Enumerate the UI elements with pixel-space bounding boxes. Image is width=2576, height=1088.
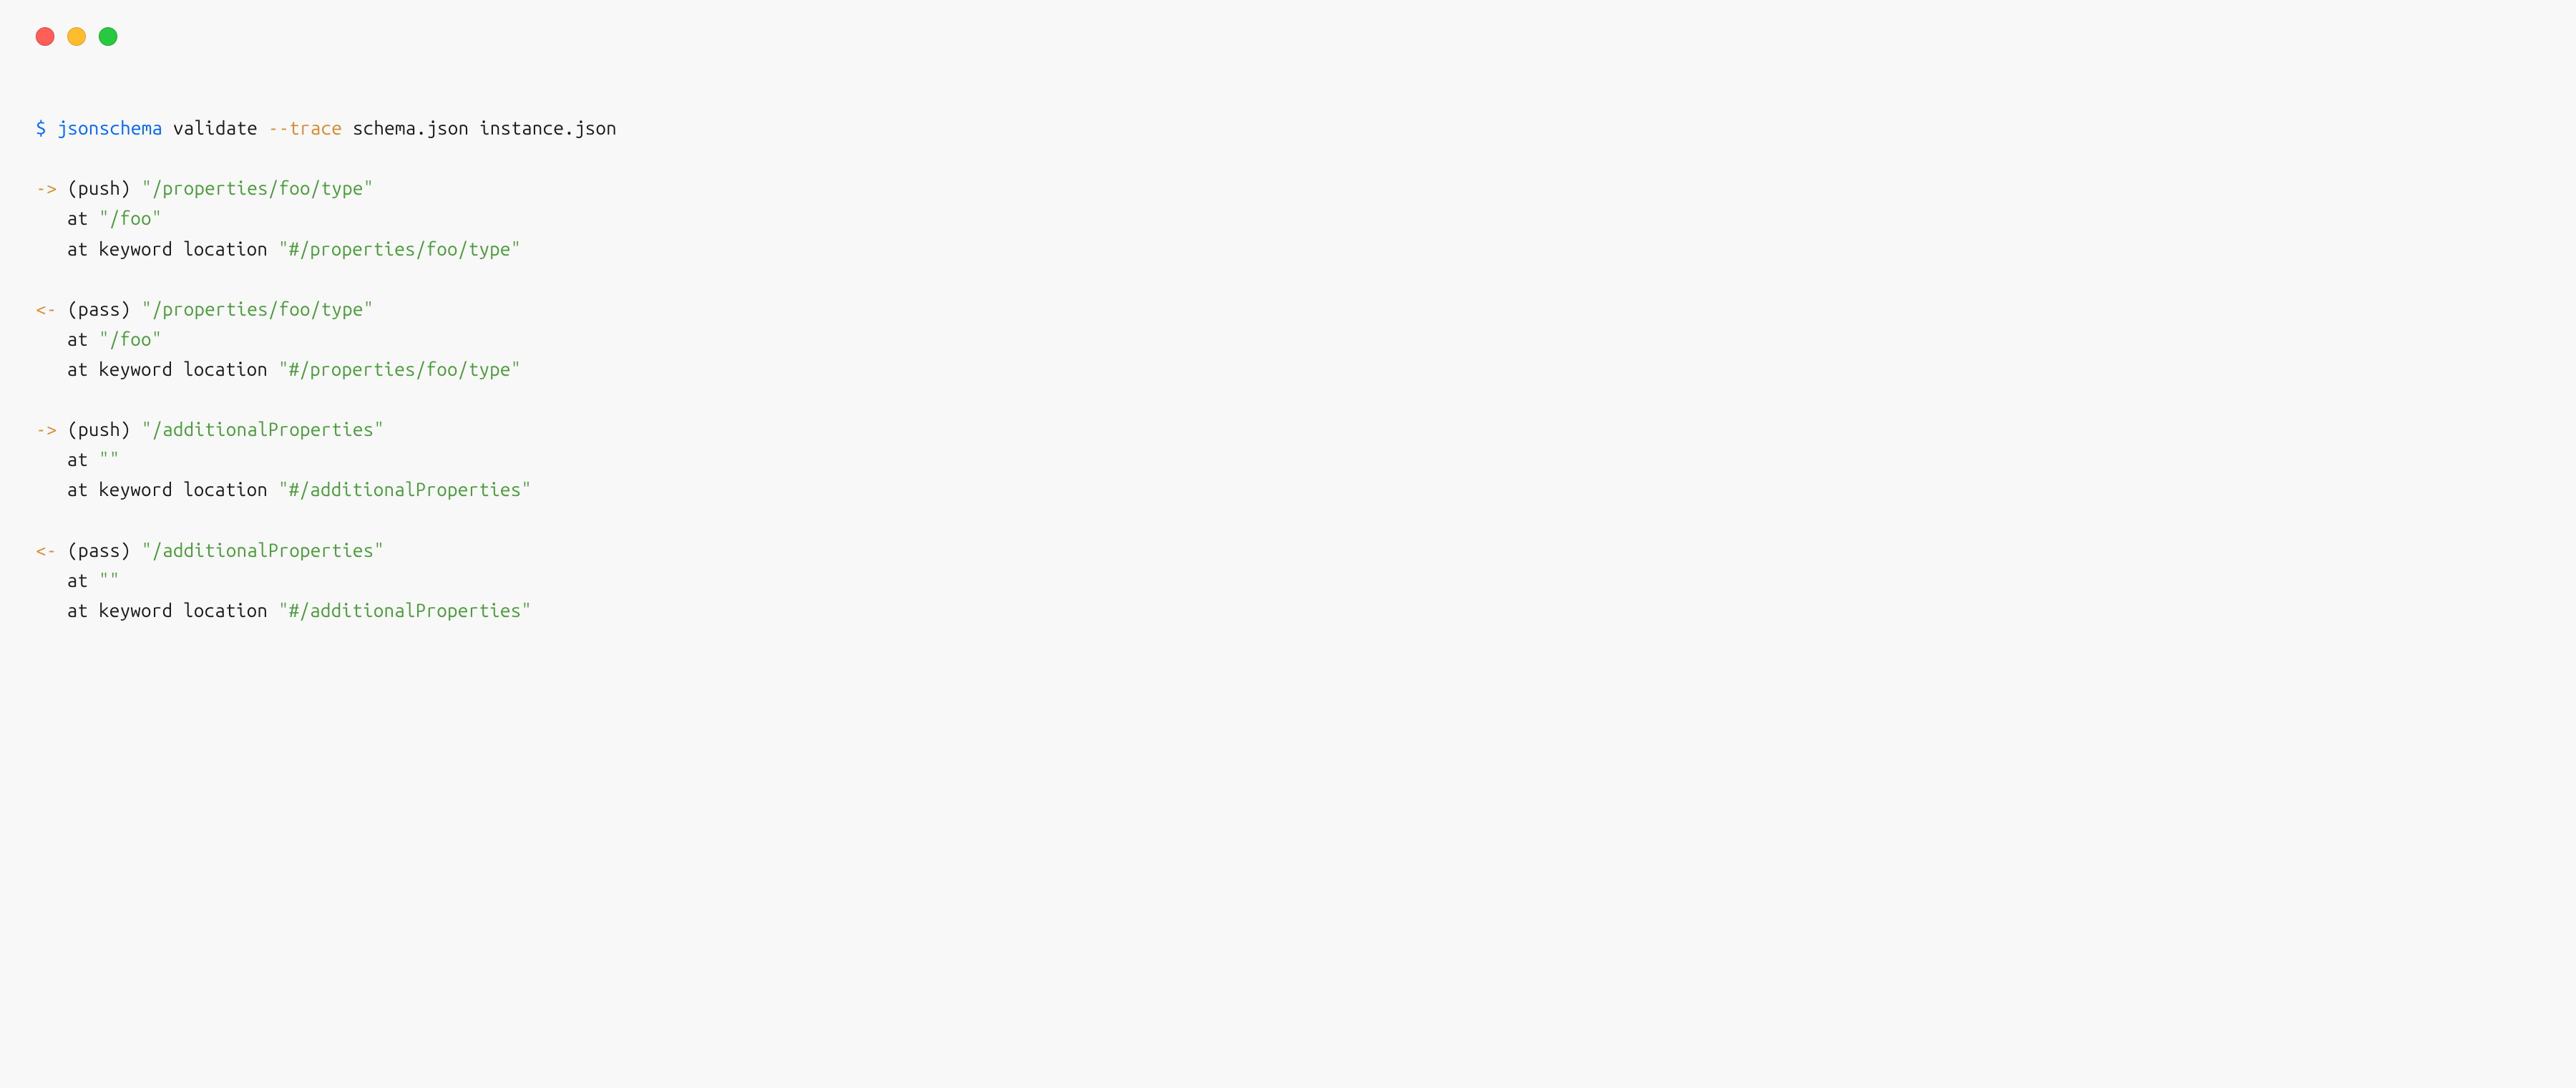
push-arrow-icon: ->: [36, 419, 57, 439]
trace-action: (pass): [67, 540, 131, 560]
maximize-icon[interactable]: [99, 27, 117, 46]
keyword-location-path: "#/properties/foo/type": [278, 359, 521, 379]
arg-schema: schema.json: [353, 117, 469, 138]
at-label: at: [67, 570, 89, 591]
trace-action: (push): [67, 178, 131, 198]
at-label: at: [67, 329, 89, 349]
trace-block: -> (push) "/properties/foo/type" at "/fo…: [36, 178, 521, 258]
prompt-symbol: $: [36, 117, 47, 138]
trace-path: "/additionalProperties": [142, 540, 384, 560]
keyword-location-label: at keyword location: [67, 479, 268, 500]
keyword-location-path: "#/additionalProperties": [278, 600, 532, 621]
at-path: "": [99, 570, 120, 591]
prompt-line: $ jsonschema validate --trace schema.jso…: [36, 117, 617, 138]
close-icon[interactable]: [36, 27, 54, 46]
keyword-location-label: at keyword location: [67, 600, 268, 621]
window-traffic-lights: [36, 27, 2540, 46]
trace-block: -> (push) "/additionalProperties" at "" …: [36, 419, 532, 500]
terminal-output: $ jsonschema validate --trace schema.jso…: [36, 83, 2540, 626]
at-path: "/foo": [99, 208, 162, 228]
flag-trace: --trace: [268, 117, 342, 138]
at-label: at: [67, 449, 89, 470]
at-label: at: [67, 208, 89, 228]
keyword-location-label: at keyword location: [67, 238, 268, 259]
trace-action: (push): [67, 419, 131, 439]
at-path: "": [99, 449, 120, 470]
trace-block: <- (pass) "/properties/foo/type" at "/fo…: [36, 298, 521, 379]
trace-path: "/properties/foo/type": [142, 298, 374, 319]
minimize-icon[interactable]: [67, 27, 86, 46]
trace-path: "/additionalProperties": [142, 419, 384, 439]
subcommand: validate: [173, 117, 258, 138]
keyword-location-label: at keyword location: [67, 359, 268, 379]
arg-instance: instance.json: [479, 117, 617, 138]
trace-block: <- (pass) "/additionalProperties" at "" …: [36, 540, 532, 621]
pass-arrow-icon: <-: [36, 298, 57, 319]
trace-action: (pass): [67, 298, 131, 319]
push-arrow-icon: ->: [36, 178, 57, 198]
pass-arrow-icon: <-: [36, 540, 57, 560]
keyword-location-path: "#/additionalProperties": [278, 479, 532, 500]
trace-path: "/properties/foo/type": [142, 178, 374, 198]
command-name: jsonschema: [57, 117, 163, 138]
at-path: "/foo": [99, 329, 162, 349]
keyword-location-path: "#/properties/foo/type": [278, 238, 521, 259]
